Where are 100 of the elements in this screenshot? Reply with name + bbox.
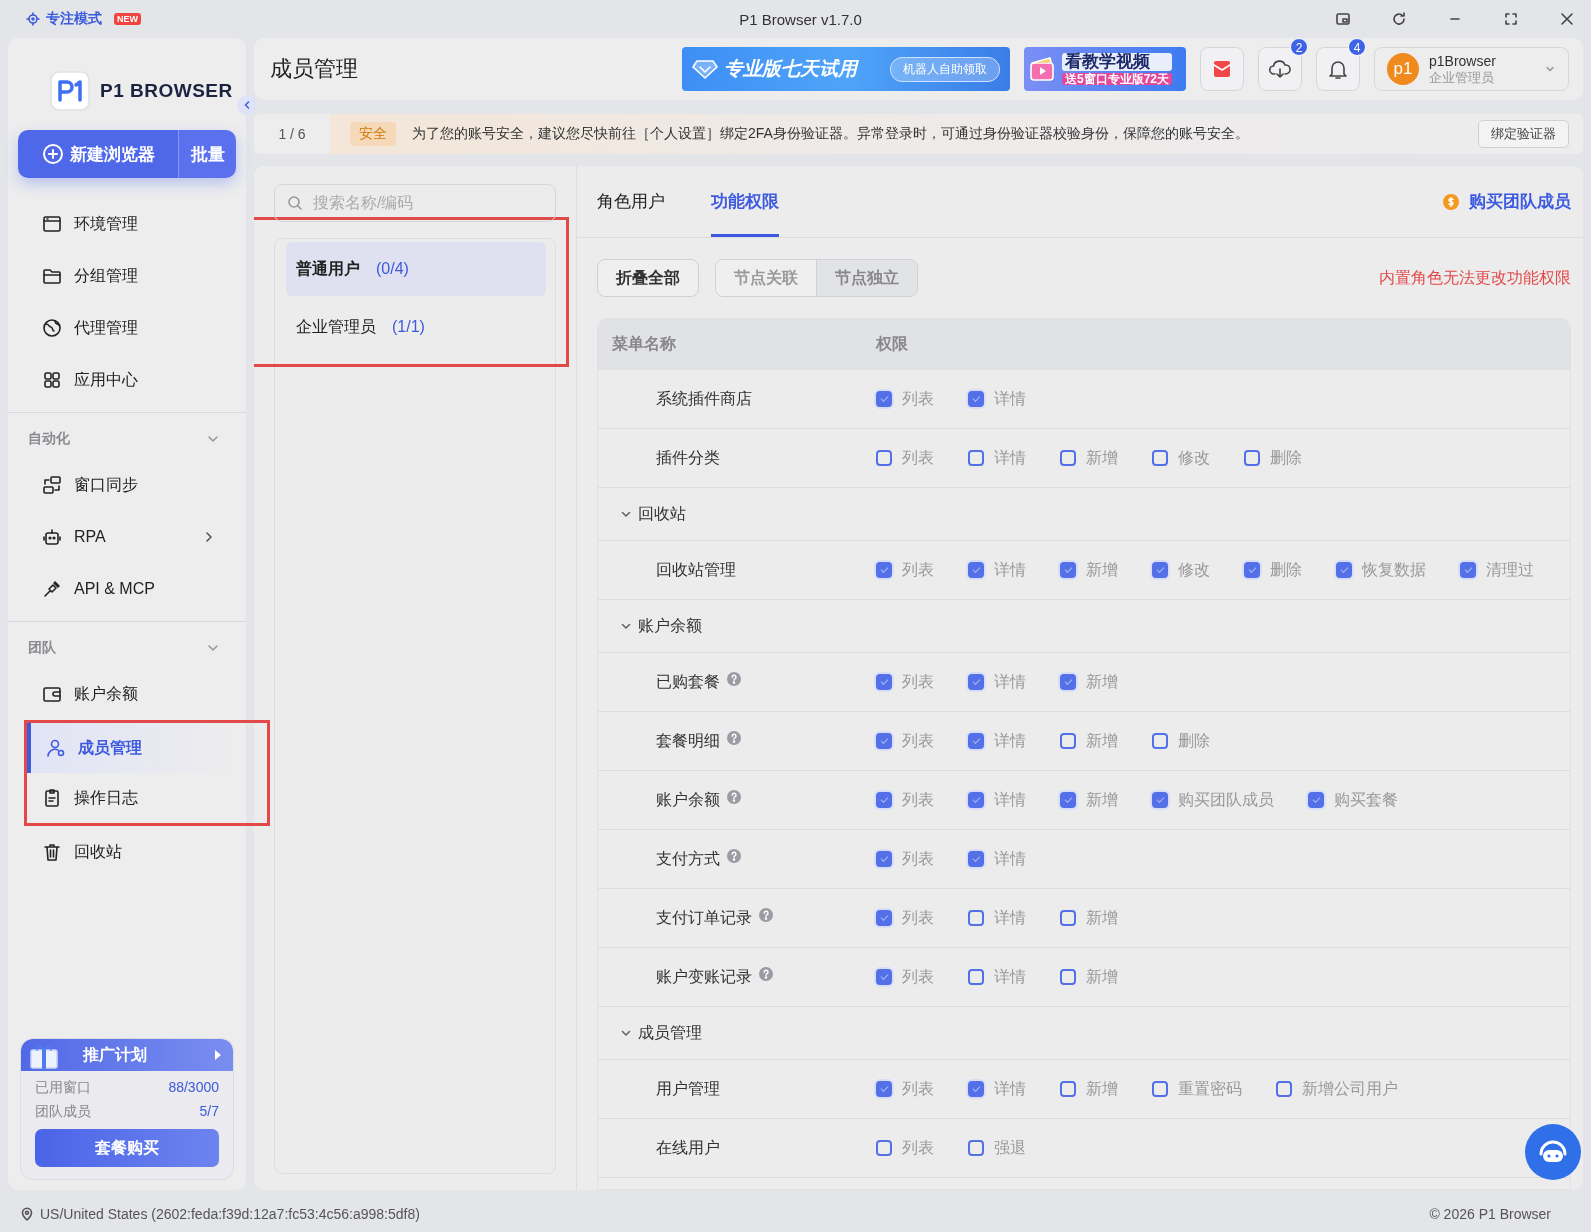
permission-label: 列表 — [902, 907, 934, 928]
collapse-icon[interactable] — [236, 94, 258, 116]
maximize-icon[interactable] — [1503, 11, 1519, 27]
promo-banner[interactable]: 推广计划 — [21, 1039, 233, 1071]
sidebar-item[interactable]: 回收站 — [18, 826, 236, 878]
checkbox[interactable] — [968, 851, 984, 867]
user-role: 企业管理员 — [1429, 69, 1495, 86]
permission-label: 列表 — [902, 966, 934, 987]
checkbox[interactable] — [876, 733, 892, 749]
trash-icon — [42, 842, 62, 862]
checkbox[interactable] — [1460, 562, 1476, 578]
checkbox[interactable] — [876, 450, 892, 466]
sidebar-item[interactable]: 窗口同步 — [18, 459, 236, 511]
checkbox[interactable] — [1308, 792, 1324, 808]
checkbox[interactable] — [1060, 792, 1076, 808]
permission-label: 列表 — [902, 1137, 934, 1158]
checkbox[interactable] — [876, 391, 892, 407]
sidebar-item[interactable]: 分组管理 — [18, 250, 236, 302]
video-banner[interactable]: 看教学视频 送5窗口专业版72天 — [1024, 47, 1186, 91]
role-item[interactable]: 普通用户 (0/4) — [286, 242, 546, 296]
close-icon[interactable] — [1559, 11, 1575, 27]
permission-label: 列表 — [902, 1078, 934, 1099]
checkbox[interactable] — [876, 792, 892, 808]
bind-authenticator-button[interactable]: 绑定验证器 — [1478, 120, 1569, 148]
checkbox[interactable] — [876, 1081, 892, 1097]
permission-label: 详情 — [994, 966, 1026, 987]
checkbox[interactable] — [1060, 733, 1076, 749]
sidebar-item[interactable]: 操作日志 — [27, 773, 235, 823]
checkbox[interactable] — [876, 851, 892, 867]
collapse-all-button[interactable]: 折叠全部 — [597, 259, 699, 297]
user-menu[interactable]: p1 p1Browser 企业管理员 — [1374, 47, 1569, 91]
checkbox[interactable] — [1152, 1081, 1168, 1097]
checkbox[interactable] — [876, 1140, 892, 1156]
sidebar-item[interactable]: 代理管理 — [18, 302, 236, 354]
sidebar-item[interactable]: RPA — [18, 511, 236, 563]
group-row[interactable]: 成员管理 — [598, 1007, 1570, 1060]
checkbox[interactable] — [1152, 562, 1168, 578]
checkbox[interactable] — [1152, 733, 1168, 749]
permission-label: 强退 — [994, 1137, 1026, 1158]
checkbox[interactable] — [968, 792, 984, 808]
user-name: p1Browser — [1429, 52, 1496, 70]
sidebar-item[interactable]: API & MCP — [18, 563, 236, 615]
permission-label: 列表 — [902, 447, 934, 468]
diamond-icon — [692, 58, 718, 80]
checkbox[interactable] — [968, 562, 984, 578]
checkbox[interactable] — [1060, 1081, 1076, 1097]
stat-label: 团队成员 — [35, 1103, 91, 1121]
notice-text: 为了您的账号安全，建议您尽快前往［个人设置］绑定2FA身份验证器。异常登录时，可通过身份验证器校验身份，保障您的账号安全。 — [412, 125, 1249, 143]
support-chat-icon[interactable] — [1525, 1124, 1581, 1180]
checkbox[interactable] — [876, 562, 892, 578]
checkbox[interactable] — [1152, 792, 1168, 808]
checkbox[interactable] — [1060, 969, 1076, 985]
menu-name: 插件分类 — [656, 447, 720, 468]
role-item[interactable]: 企业管理员 (1/1) — [286, 300, 546, 354]
checkbox[interactable] — [1060, 910, 1076, 926]
menu-name: 套餐明细 — [656, 730, 720, 751]
group-row[interactable]: 回收站 — [598, 488, 1570, 541]
checkbox[interactable] — [1060, 450, 1076, 466]
checkbox[interactable] — [968, 450, 984, 466]
checkbox[interactable] — [968, 969, 984, 985]
permission-label: 新增 — [1086, 1078, 1118, 1099]
tab[interactable]: 功能权限 — [711, 166, 779, 237]
sidebar-item[interactable]: 环境管理 — [18, 198, 236, 250]
checkbox[interactable] — [876, 674, 892, 690]
search-field[interactable]: 搜索名称/编码 — [274, 184, 556, 222]
checkbox[interactable] — [1152, 450, 1168, 466]
checkbox[interactable] — [968, 674, 984, 690]
batch-button[interactable]: 批量 — [178, 130, 236, 178]
group-row[interactable]: 账户余额 — [598, 600, 1570, 653]
new-browser-button[interactable]: 新建浏览器 — [18, 130, 178, 178]
menu-name: 系统插件商店 — [656, 388, 752, 409]
cloud-download-icon — [1268, 57, 1292, 81]
checkbox[interactable] — [1276, 1081, 1292, 1097]
refresh-icon[interactable] — [1391, 11, 1407, 27]
checkbox[interactable] — [876, 910, 892, 926]
checkbox[interactable] — [1060, 562, 1076, 578]
checkbox[interactable] — [968, 733, 984, 749]
buy-members-link[interactable]: 购买团队成员 — [1441, 166, 1571, 237]
sidebar-item[interactable]: 账户余额 — [18, 668, 236, 720]
buy-plan-button[interactable]: 套餐购买 — [35, 1129, 219, 1167]
checkbox[interactable] — [1060, 674, 1076, 690]
focus-mode-button[interactable]: 专注模式 NEW — [26, 10, 141, 28]
checkbox[interactable] — [1244, 450, 1260, 466]
envelope-button[interactable] — [1200, 47, 1244, 91]
video-subtitle: 送5窗口专业版72天 — [1062, 72, 1173, 86]
window-icon — [42, 214, 62, 234]
checkbox[interactable] — [876, 969, 892, 985]
permission-label: 新增公司用户 — [1302, 1078, 1398, 1099]
checkbox[interactable] — [968, 1081, 984, 1097]
checkbox[interactable] — [968, 1140, 984, 1156]
video-title: 看教学视频 — [1062, 52, 1173, 71]
checkbox[interactable] — [968, 910, 984, 926]
sidebar-item[interactable]: 应用中心 — [18, 354, 236, 406]
checkbox[interactable] — [968, 391, 984, 407]
avatar: p1 — [1387, 53, 1419, 85]
new-badge: NEW — [114, 13, 141, 25]
tab[interactable]: 角色用户 — [597, 166, 665, 237]
checkbox[interactable] — [1244, 562, 1260, 578]
picture-in-picture-icon[interactable] — [1335, 11, 1351, 27]
checkbox[interactable] — [1336, 562, 1352, 578]
